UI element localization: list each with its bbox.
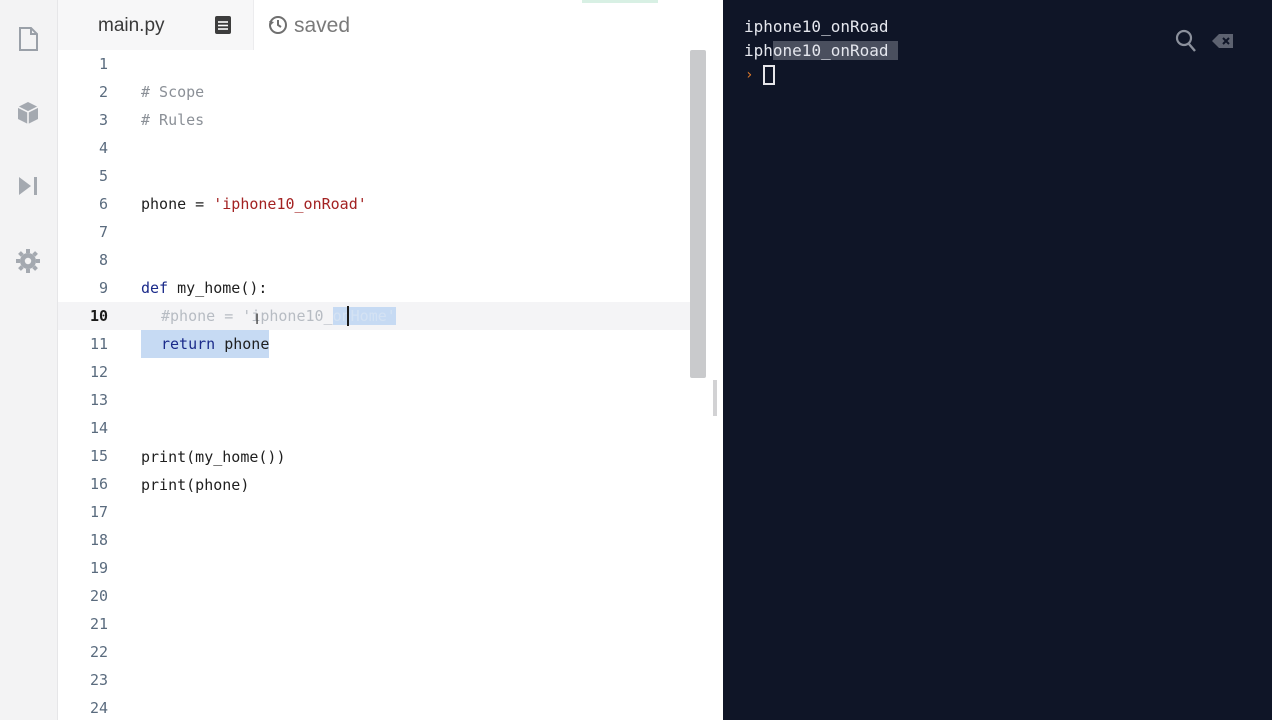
- line-number: 3: [98, 111, 108, 129]
- file-menu-icon[interactable]: [214, 15, 232, 35]
- line-number: 16: [89, 475, 108, 493]
- line-number: 1: [98, 55, 108, 73]
- line-number: 14: [89, 419, 108, 437]
- code-editor[interactable]: 1 2 3 4 5 6 7 8 9 10 11 12 13 14 15 16 17 18 19 20 21 22 23 24 …: [58, 50, 708, 720]
- code-line-6[interactable]: phone = 'iphone10_onRoad': [141, 190, 367, 218]
- line-number: 9: [98, 279, 108, 297]
- accent-line: [582, 0, 658, 3]
- console-cursor: [763, 65, 775, 85]
- code-text: print(my_home()): [141, 448, 286, 466]
- tab-filename: main.py: [98, 15, 165, 36]
- line-number: 22: [89, 643, 108, 661]
- text-cursor: [347, 306, 349, 326]
- line-number: 7: [98, 223, 108, 241]
- line-number: 17: [89, 503, 108, 521]
- console-selected-text: one10_onRoad: [772, 41, 899, 60]
- comment: #phone = ': [161, 307, 252, 325]
- clear-console-icon[interactable]: [1211, 31, 1235, 51]
- code-text: print(phone): [141, 476, 250, 494]
- saved-label: saved: [294, 14, 351, 37]
- code-line-3[interactable]: # Rules: [141, 106, 204, 134]
- code-line-11[interactable]: return phone: [141, 330, 270, 358]
- history-icon: [268, 15, 288, 35]
- line-number: 24: [89, 699, 108, 717]
- console-pane[interactable]: iphone10_onRoad iphone10_onRoad ›: [723, 0, 1272, 720]
- comment: # Rules: [141, 111, 205, 129]
- code-text: phone =: [141, 195, 214, 213]
- prompt-icon: ›: [745, 67, 754, 83]
- tab-main-py[interactable]: main.py: [58, 0, 254, 50]
- search-icon[interactable]: [1175, 29, 1197, 53]
- line-number: 18: [89, 531, 108, 549]
- code-text: my_home():: [168, 279, 268, 297]
- comment: iphone10_: [251, 307, 333, 325]
- left-sidebar: [0, 0, 58, 720]
- pane-resize-handle[interactable]: [713, 380, 717, 416]
- debugger-icon[interactable]: [14, 172, 42, 200]
- line-number: 13: [89, 391, 108, 409]
- line-number: 12: [89, 363, 108, 381]
- line-number: 23: [89, 671, 108, 689]
- line-number: 4: [98, 139, 108, 157]
- console-output-line: iphone10_onRoad: [744, 17, 889, 36]
- line-number: 6: [98, 195, 108, 213]
- line-number: 15: [89, 447, 108, 465]
- code-line-2[interactable]: # Scope: [141, 78, 204, 106]
- line-number: 5: [98, 167, 108, 185]
- code-line-9[interactable]: def my_home():: [141, 274, 267, 302]
- console-output-line: iphone10_onRoad: [744, 40, 899, 62]
- package-icon[interactable]: [14, 99, 42, 127]
- line-number: 8: [98, 251, 108, 269]
- keyword: def: [141, 279, 169, 297]
- line-number: 21: [89, 615, 108, 633]
- keyword: return: [161, 335, 216, 353]
- line-number: 10: [89, 307, 108, 325]
- line-number: 19: [89, 559, 108, 577]
- code-text: phone: [215, 335, 270, 353]
- line-number: 11: [89, 335, 108, 353]
- mouse-ibeam-icon: I: [255, 312, 260, 328]
- string-literal: 'iphone10_onRoad': [213, 195, 367, 213]
- code-line-15[interactable]: print(my_home()): [141, 443, 286, 471]
- console-text: iph: [744, 41, 773, 60]
- editor-scrollbar[interactable]: [690, 50, 706, 378]
- file-icon[interactable]: [14, 25, 42, 53]
- comment: # Scope: [141, 83, 205, 101]
- line-number: 20: [89, 587, 108, 605]
- code-line-10[interactable]: #phone = 'iphone10_onHome': [161, 302, 396, 330]
- selected-text: onHome': [332, 307, 396, 325]
- editor-tab-bar: main.py saved: [58, 0, 708, 50]
- settings-icon[interactable]: [14, 247, 42, 275]
- code-line-16[interactable]: print(phone): [141, 471, 249, 499]
- line-number: 2: [98, 83, 108, 101]
